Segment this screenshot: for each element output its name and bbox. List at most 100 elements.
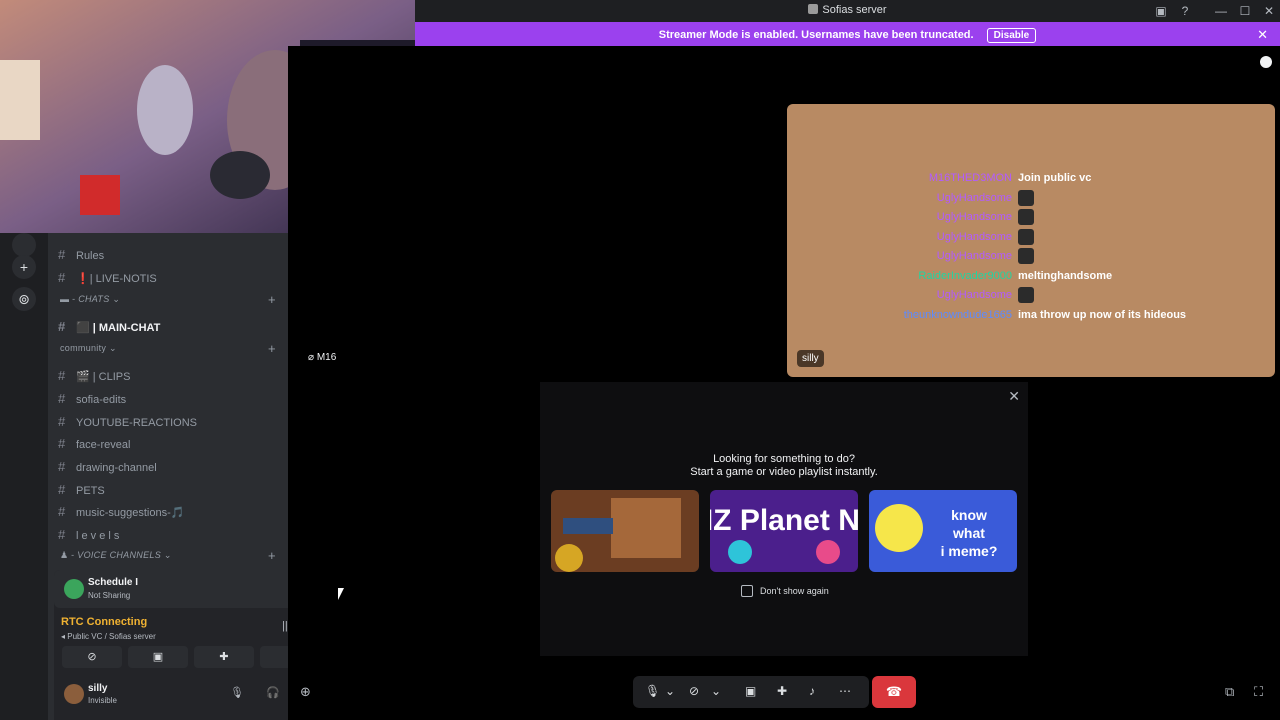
stream-chat-row: M16THED3MON Join public vc — [787, 170, 1275, 186]
channel-name: Rules — [76, 250, 105, 262]
chevron-down-icon[interactable]: ⌄ — [665, 684, 675, 698]
disable-button[interactable]: Disable — [986, 28, 1037, 43]
svg-text:know: know — [951, 507, 987, 523]
chat-message — [1018, 287, 1034, 304]
emote-icon — [1018, 228, 1034, 245]
voice-buttons: ⊘ ▣ ✚ ♪ — [62, 646, 324, 668]
add-server-icon[interactable]: + — [12, 255, 36, 279]
maximize-button[interactable]: ☐ — [1237, 3, 1253, 19]
hash-icon: # — [58, 504, 66, 519]
stream-chat-row: UglyHandsome — [787, 209, 1275, 226]
close-icon[interactable]: ✕ — [1008, 388, 1020, 405]
minimize-button[interactable]: — — [1213, 3, 1229, 19]
channel-item[interactable]: # YOUTUBE-REACTIONS — [58, 412, 197, 432]
add-channel-icon[interactable]: + — [268, 292, 276, 307]
modal-heading: Looking for something to do? — [713, 453, 855, 465]
mic-icon[interactable]: 🎙 — [645, 684, 660, 698]
activity-card-chef-showdown[interactable] — [551, 490, 699, 572]
svg-text:what: what — [952, 525, 985, 541]
screen-share-icon[interactable]: ▣ — [745, 684, 756, 698]
category-chats[interactable]: ▬ - CHATS ⌄ + — [60, 292, 276, 307]
mouse-cursor — [338, 588, 344, 600]
dont-show-again[interactable]: Don't show again — [741, 585, 829, 597]
channel-item[interactable]: # music-suggestions-🎵 — [58, 502, 184, 522]
channel-name: l e v e l s — [76, 530, 120, 542]
category-voice[interactable]: ♟ - VOICE CHANNELS ⌄ + — [60, 548, 276, 563]
channel-name: sofia-edits — [76, 394, 127, 406]
invite-icon[interactable]: ⊕ — [300, 684, 311, 700]
channel-item[interactable]: # face-reveal — [58, 434, 130, 454]
channel-item[interactable]: # ⬛ | MAIN-CHAT — [58, 317, 160, 337]
quiz-card-text: QUIZ Planet NEW — [710, 504, 858, 537]
username: silly — [88, 683, 108, 694]
game-icon — [64, 579, 84, 599]
fullscreen-icon[interactable]: ⛶ — [1254, 684, 1263, 700]
stream-chat-row: theunknowndude1665 ima throw up now of it… — [787, 307, 1275, 323]
activity-card-know-what-i-meme[interactable]: know what i meme? — [869, 490, 1017, 572]
chat-message: meltinghandsome — [1018, 269, 1113, 282]
emote-icon — [1018, 189, 1034, 206]
channel-name: PETS — [76, 485, 105, 497]
camera-off-button[interactable]: ⊘ — [62, 646, 122, 668]
activity-subtitle: Not Sharing — [88, 591, 131, 600]
channel-item[interactable]: # Rules — [58, 245, 104, 265]
close-icon[interactable]: ✕ — [1257, 27, 1268, 43]
activities-icon[interactable]: ✚ — [777, 684, 787, 698]
popout-icon[interactable]: ⧉ — [1225, 684, 1234, 700]
stream-chat-row: UglyHandsome — [787, 248, 1275, 265]
chat-username: UglyHandsome — [936, 211, 1012, 223]
server-icon[interactable] — [12, 233, 36, 257]
channel-item[interactable]: # sofia-edits — [58, 389, 126, 409]
rtc-status[interactable]: RTC Connecting — [61, 616, 147, 628]
discover-icon[interactable]: ⊚ — [12, 287, 36, 311]
modal-subheading: Start a game or video playlist instantly… — [690, 466, 878, 478]
channel-item[interactable]: # PETS — [58, 480, 105, 500]
category-community[interactable]: community ⌄ + — [60, 341, 276, 356]
activity-card-quiz-planet[interactable]: QUIZ Planet NEW — [710, 490, 858, 572]
user-status: Invisible — [88, 696, 117, 705]
chat-message — [1018, 209, 1034, 226]
hash-icon: # — [58, 319, 66, 334]
add-channel-icon[interactable]: + — [268, 548, 276, 563]
hash-icon: # — [58, 459, 66, 474]
chevron-down-icon[interactable]: ⌄ — [711, 684, 721, 698]
hash-icon: # — [58, 270, 66, 285]
streamer-mode-banner: Streamer Mode is enabled. Usernames have… — [415, 22, 1280, 46]
activity-title: Schedule I — [88, 577, 139, 588]
add-channel-icon[interactable]: + — [268, 341, 276, 356]
activities-button[interactable]: ✚ — [194, 646, 254, 668]
chat-message: ima throw up now of its hideous — [1018, 308, 1187, 321]
channel-name: 🎬 | CLIPS — [76, 371, 131, 383]
banner-message: Streamer Mode is enabled. Usernames have… — [658, 29, 974, 41]
avatar[interactable] — [64, 684, 84, 704]
window-title: Sofias server — [822, 4, 887, 16]
channel-item[interactable]: # l e v e l s — [58, 525, 119, 545]
headphones-icon[interactable]: 🎧 — [266, 686, 280, 699]
hash-icon: # — [58, 482, 66, 497]
mic-icon[interactable]: 🎙 — [230, 686, 244, 699]
hash-icon: # — [58, 414, 66, 429]
channel-item[interactable]: # drawing-channel — [58, 457, 157, 477]
stream-chat-row: UglyHandsome — [787, 287, 1275, 304]
stream-tile[interactable]: M16THED3MON Join public vc UglyHandsome Ugl… — [787, 104, 1275, 377]
stream-chat-row: UglyHandsome — [787, 189, 1275, 206]
soundboard-icon[interactable]: ♪ — [809, 684, 815, 698]
stream-owner-tag: silly — [797, 350, 824, 367]
participant-tile-label[interactable]: ⌀ M16 — [308, 352, 336, 363]
help-icon[interactable]: ? — [1177, 3, 1193, 19]
close-button[interactable]: ✕ — [1261, 3, 1277, 19]
emote-icon — [1018, 248, 1034, 265]
chat-icon[interactable] — [1260, 56, 1272, 68]
more-icon[interactable]: ⋯ — [839, 684, 851, 698]
hang-up-button[interactable]: ☎ — [872, 676, 916, 708]
camera-off-icon[interactable]: ⊘ — [689, 684, 699, 698]
chat-message — [1018, 189, 1034, 206]
inbox-icon[interactable]: ▣ — [1153, 3, 1169, 19]
screen-share-button[interactable]: ▣ — [128, 646, 188, 668]
channel-name: face-reveal — [76, 439, 131, 451]
channel-item[interactable]: # 🎬 | CLIPS — [58, 366, 130, 386]
channel-item[interactable]: # ❗| LIVE-NOTIS — [58, 268, 157, 288]
rtc-location: ◂ Public VC / Sofias server — [61, 632, 156, 641]
dont-show-checkbox[interactable] — [741, 585, 753, 597]
chat-username: UglyHandsome — [936, 230, 1012, 243]
